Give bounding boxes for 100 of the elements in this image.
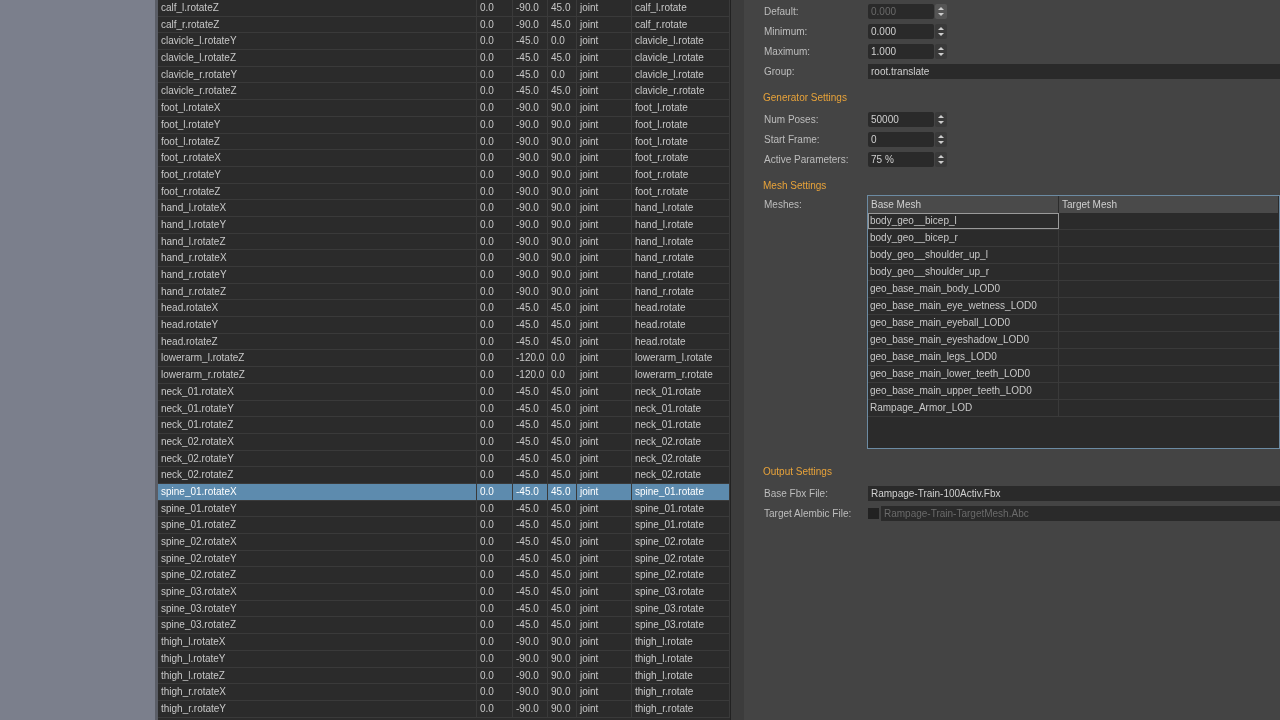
- number-field[interactable]: 50000: [868, 111, 934, 127]
- table-cell: -90.0: [513, 684, 548, 700]
- table-cell: joint: [577, 567, 632, 584]
- table-cell: clavicle_r.rotateZ: [158, 83, 477, 100]
- table-row[interactable]: neck_01.rotateZ 0.0 -45.0 45.0 joint neck_01.rotate: [158, 417, 730, 434]
- table-cell: 45.0: [548, 0, 577, 16]
- table-row[interactable]: head.rotateY 0.0 -45.0 45.0 joint head.rotate: [158, 317, 730, 334]
- table-row[interactable]: calf_l.rotateZ 0.0 -90.0 45.0 joint calf_l.rotate: [158, 0, 730, 17]
- text-field[interactable]: root.translate: [868, 63, 1280, 79]
- table-cell: hand_r.rotateY: [158, 267, 477, 283]
- number-field[interactable]: 75 %: [868, 151, 934, 167]
- table-cell: 45.0: [548, 417, 577, 433]
- field-label: Start Frame:: [764, 133, 821, 145]
- table-row[interactable]: spine_01.rotateZ 0.0 -45.0 45.0 joint spine_01.rotate: [158, 517, 730, 534]
- spin-buttons[interactable]: [935, 111, 947, 127]
- table-cell: joint: [577, 116, 632, 133]
- table-cell: neck_02.rotateX: [158, 433, 477, 450]
- table-cell: -90.0: [513, 650, 548, 667]
- table-cell: joint: [577, 367, 632, 383]
- table-cell: 90.0: [548, 267, 577, 283]
- spin-buttons[interactable]: [935, 23, 947, 39]
- table-cell: -45.0: [513, 300, 548, 317]
- column-header[interactable]: Base Mesh: [868, 196, 1059, 213]
- table-cell: 0.0: [477, 367, 513, 383]
- table-cell: 45.0: [548, 333, 577, 350]
- table-cell: 0.0: [477, 317, 513, 333]
- number-field[interactable]: 1.000: [868, 43, 934, 59]
- table-cell[interactable]: geo_base_main_upper_teeth_LOD0: [868, 383, 1059, 399]
- table-cell: -90.0: [513, 100, 548, 116]
- checkbox[interactable]: [868, 507, 879, 519]
- number-field[interactable]: 0: [868, 131, 934, 147]
- table-row[interactable]: hand_r.rotateX 0.0 -90.0 90.0 joint hand_r.rotate: [158, 250, 730, 267]
- text-field[interactable]: Rampage-Train-100Activ.Fbx: [868, 485, 1280, 501]
- table-row[interactable]: thigh_l.rotateX 0.0 -90.0 90.0 joint thigh_l.rotate: [158, 634, 730, 651]
- field-label: Active Parameters:: [764, 153, 850, 165]
- table-cell: -45.0: [513, 467, 548, 483]
- table-cell: 90.0: [548, 250, 577, 266]
- field-label: Minimum:: [764, 25, 809, 37]
- table-cell: joint: [577, 50, 632, 66]
- table-cell: 90.0: [548, 216, 577, 233]
- table-row[interactable]: lowerarm_r.rotateZ 0.0 -120.0 0.0 joint lowerarm_r.rotate: [158, 367, 730, 384]
- table-row[interactable]: clavicle_l.rotateZ 0.0 -45.0 45.0 joint clavicle_l.rotate: [158, 50, 730, 67]
- table-cell: joint: [577, 16, 632, 33]
- table-cell: joint: [577, 617, 632, 634]
- table-row[interactable]: spine_03.rotateX 0.0 -45.0 45.0 joint spine_03.rotate: [158, 584, 730, 601]
- table-cell[interactable]: geo_base_main_eyeball_LOD0: [868, 315, 1059, 331]
- table-cell: -45.0: [513, 317, 548, 333]
- table-row[interactable]: lowerarm_l.rotateZ 0.0 -120.0 0.0 joint lowerarm_l.rotate: [158, 350, 730, 368]
- spin-buttons[interactable]: [935, 43, 947, 59]
- table-row[interactable]: thigh_r.rotateX 0.0 -90.0 90.0 joint thigh_r.rotate: [158, 684, 730, 701]
- table-row[interactable]: neck_02.rotateZ 0.0 -45.0 45.0 joint neck_02.rotate: [158, 467, 730, 484]
- table-cell: 0.0: [477, 33, 513, 50]
- table-cell: 0.0: [477, 283, 513, 300]
- table-row[interactable]: clavicle_r.rotateZ 0.0 -45.0 45.0 joint clavicle_r.rotate: [158, 83, 730, 101]
- table-cell[interactable]: geo_base_main_body_LOD0: [868, 281, 1059, 297]
- table-cell: 0.0: [477, 667, 513, 684]
- table-cell: joint: [577, 350, 632, 367]
- table-cell[interactable]: geo_base_main_eyeshadow_LOD0: [868, 332, 1059, 348]
- table-cell: 45.0: [548, 400, 577, 417]
- table-cell[interactable]: geo_base_main_legs_LOD0: [868, 349, 1059, 365]
- table-cell: joint: [577, 584, 632, 600]
- table-row[interactable]: clavicle_l.rotateY 0.0 -45.0 0.0 joint clavicle_l.rotate: [158, 33, 730, 51]
- table-cell: -45.0: [513, 600, 548, 617]
- table-row[interactable]: spine_03.rotateZ 0.0 -45.0 45.0 joint spine_03.rotate: [158, 617, 730, 635]
- table-cell[interactable]: geo_base_main_lower_teeth_LOD0: [868, 366, 1059, 382]
- table-cell[interactable]: body_geo__bicep_l: [868, 213, 1059, 229]
- table-cell: lowerarm_l.rotateZ: [158, 350, 477, 367]
- table-cell: spine_01.rotateZ: [158, 517, 477, 533]
- field-label: Group:: [764, 65, 796, 77]
- table-cell[interactable]: body_geo__shoulder_up_r: [868, 264, 1059, 280]
- table-cell: joint: [577, 383, 632, 400]
- table-row[interactable]: head.rotateX 0.0 -45.0 45.0 joint head.rotate: [158, 300, 730, 318]
- table-row[interactable]: spine_02.rotateZ 0.0 -45.0 45.0 joint spine_02.rotate: [158, 567, 730, 585]
- table-row[interactable]: foot_l.rotateX 0.0 -90.0 90.0 joint foot_l.rotate: [158, 100, 730, 117]
- table-cell: foot_l.rotateX: [158, 100, 477, 116]
- table-cell[interactable]: Rampage_Armor_LOD: [868, 400, 1059, 416]
- table-cell: clavicle_l.rotateZ: [158, 50, 477, 66]
- spin-buttons[interactable]: [935, 131, 947, 147]
- table-cell: joint: [577, 450, 632, 467]
- table-cell: 0.0: [477, 700, 513, 717]
- table-cell: 0.0: [477, 500, 513, 517]
- table-cell[interactable]: body_geo__bicep_r: [868, 230, 1059, 246]
- spin-buttons[interactable]: [935, 3, 947, 19]
- table-row[interactable]: foot_r.rotateX 0.0 -90.0 90.0 joint foot_r.rotate: [158, 150, 730, 167]
- table-cell[interactable]: geo_base_main_eye_wetness_LOD0: [868, 298, 1059, 314]
- table-cell: neck_02.rotateY: [158, 450, 477, 467]
- number-field[interactable]: 0.000: [868, 23, 934, 39]
- table-row[interactable]: hand_l.rotateX 0.0 -90.0 90.0 joint hand_l.rotate: [158, 200, 730, 217]
- spin-buttons[interactable]: [935, 151, 947, 167]
- table-cell: 90.0: [548, 116, 577, 133]
- table-cell: 0.0: [548, 367, 577, 383]
- table-cell: spine_02.rotateX: [158, 534, 477, 550]
- column-header[interactable]: Target Mesh: [1059, 196, 1279, 213]
- table-row[interactable]: hand_r.rotateY 0.0 -90.0 90.0 joint hand_r.rotate: [158, 267, 730, 284]
- table-cell: -90.0: [513, 250, 548, 266]
- table-cell: joint: [577, 283, 632, 300]
- table-cell: thigh_l.rotateY: [158, 650, 477, 667]
- table-cell[interactable]: body_geo__shoulder_up_l: [868, 247, 1059, 263]
- table-row[interactable]: spine_02.rotateX 0.0 -45.0 45.0 joint spine_02.rotate: [158, 534, 730, 551]
- table-cell: 0.0: [477, 83, 513, 100]
